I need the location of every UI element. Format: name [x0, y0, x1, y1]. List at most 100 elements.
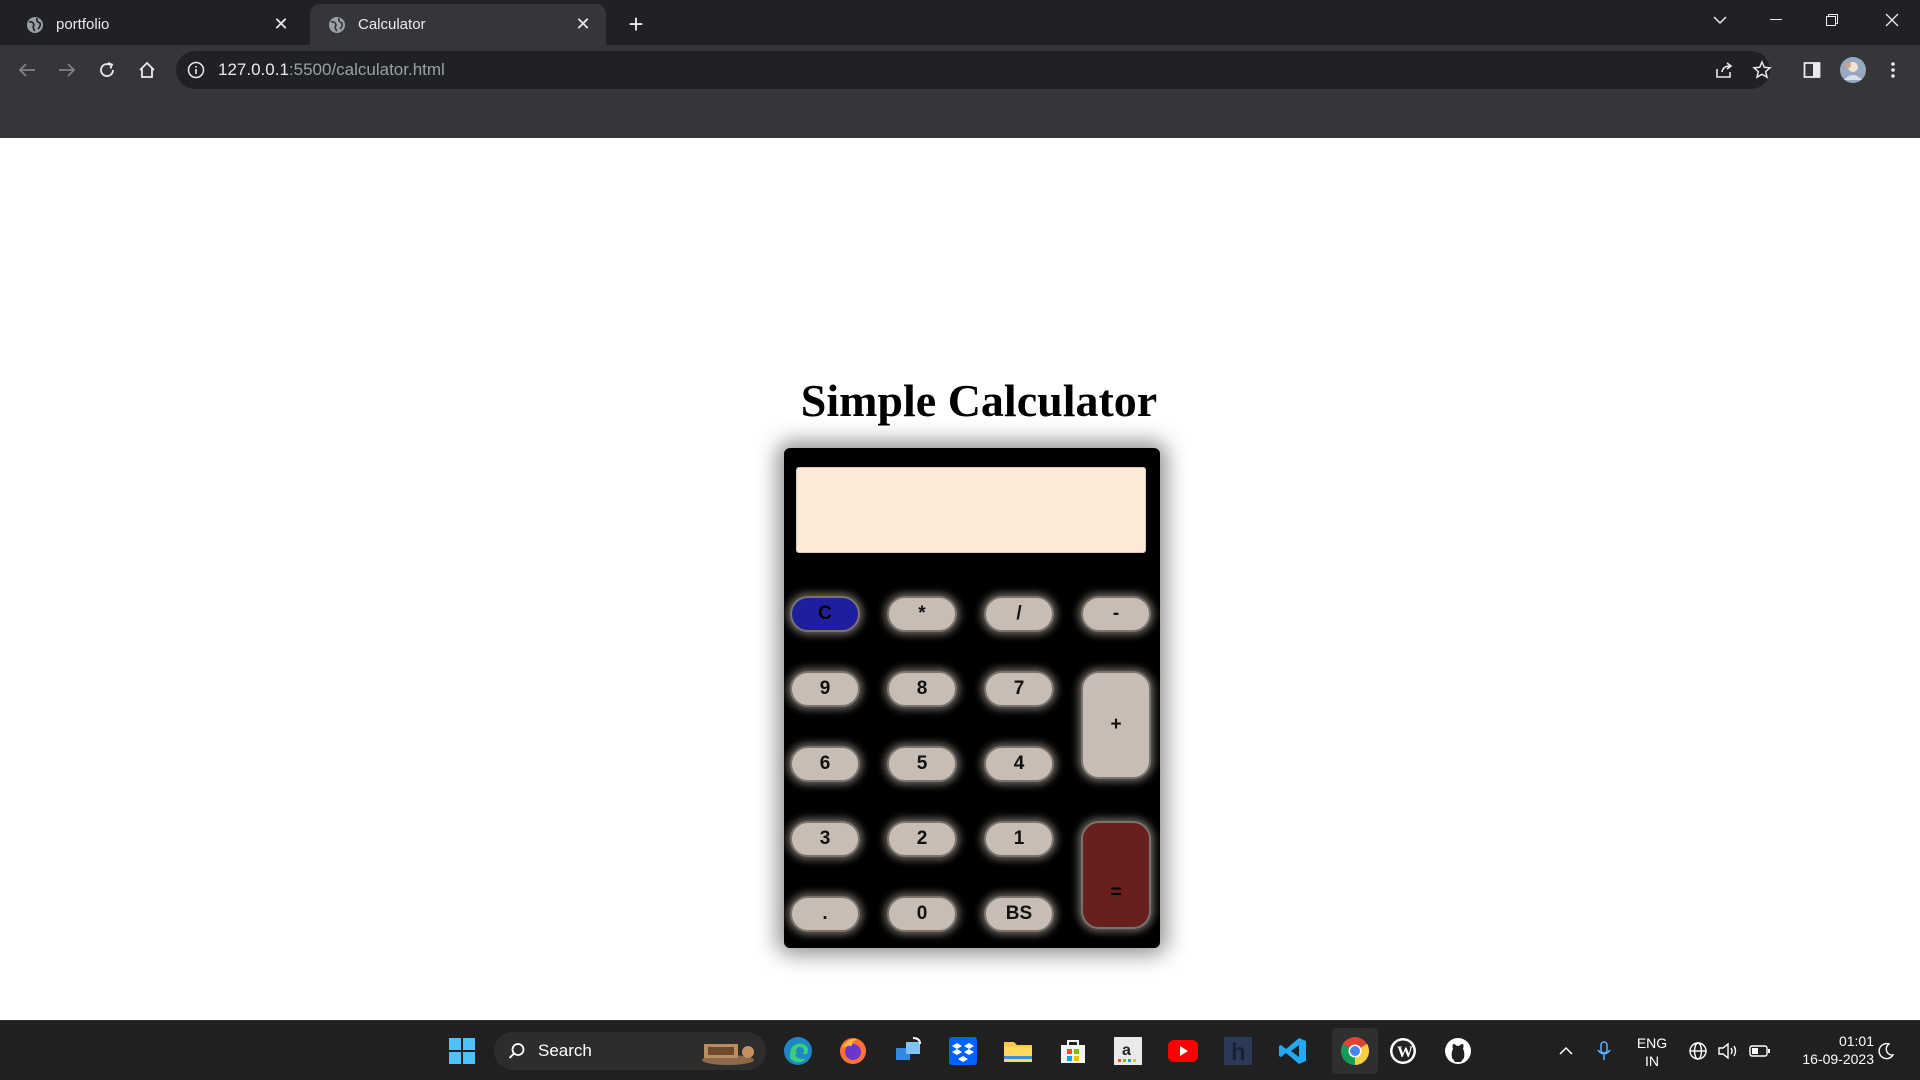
folder-icon — [1004, 1042, 1032, 1062]
network-button[interactable] — [1686, 1035, 1710, 1067]
chrome-app[interactable] — [1332, 1028, 1378, 1074]
home-button[interactable] — [130, 53, 164, 87]
divide-button[interactable]: / — [984, 596, 1054, 632]
search-icon — [508, 1043, 525, 1059]
chrome-icon — [1341, 1037, 1369, 1065]
youtube-app[interactable] — [1167, 1035, 1199, 1067]
wordpress-icon: W — [1390, 1038, 1416, 1064]
page-title: Simple Calculator — [800, 375, 1158, 426]
tab-portfolio[interactable]: portfolio ✕ — [8, 4, 304, 45]
reload-button[interactable] — [90, 53, 124, 87]
svg-text:a: a — [1122, 1042, 1131, 1059]
calculator-display[interactable] — [796, 467, 1146, 553]
share-button[interactable] — [1712, 58, 1736, 82]
tab-strip: portfolio ✕ Calculator ✕ + — [0, 0, 1920, 45]
vscode-icon — [1279, 1038, 1306, 1064]
battery-icon — [1749, 1045, 1770, 1057]
side-panel-button[interactable] — [1795, 53, 1829, 87]
microphone-button[interactable] — [1592, 1035, 1616, 1067]
close-window-button[interactable] — [1864, 0, 1920, 40]
start-button[interactable] — [446, 1035, 478, 1067]
equals-button[interactable]: = — [1081, 821, 1151, 929]
address-bar[interactable]: 127.0.0.1:5500/calculator.html — [176, 51, 1772, 89]
search-highlight-icon — [702, 1044, 754, 1065]
search-label: Search — [538, 1041, 592, 1060]
info-icon[interactable] — [186, 60, 206, 80]
digit-8-button[interactable]: 8 — [887, 671, 957, 707]
digit-1-button[interactable]: 1 — [984, 821, 1054, 857]
forward-button[interactable] — [50, 53, 84, 87]
bookmark-bar — [0, 95, 1920, 138]
youtube-icon — [1168, 1040, 1198, 1062]
close-tab-icon[interactable]: ✕ — [570, 12, 596, 38]
h-app-icon: h — [1224, 1037, 1252, 1066]
github-icon — [1445, 1038, 1471, 1064]
menu-button[interactable] — [1876, 53, 1910, 87]
back-button[interactable] — [10, 53, 44, 87]
digit-6-button[interactable]: 6 — [790, 746, 860, 782]
svg-text:h: h — [1231, 1039, 1246, 1066]
vscode-app[interactable] — [1277, 1035, 1309, 1067]
amazon-icon: a — [1114, 1037, 1142, 1065]
github-app[interactable] — [1442, 1035, 1474, 1067]
clock[interactable]: 01:01 16-09-2023 — [1784, 1032, 1874, 1068]
globe-icon — [329, 16, 345, 33]
h-app[interactable]: h — [1222, 1035, 1254, 1067]
store-app[interactable] — [1057, 1035, 1089, 1067]
digit-7-button[interactable]: 7 — [984, 671, 1054, 707]
globe-icon — [27, 16, 43, 33]
digit-4-button[interactable]: 4 — [984, 746, 1054, 782]
language-indicator[interactable]: ENG IN — [1630, 1034, 1674, 1070]
multiply-button[interactable]: * — [887, 596, 957, 632]
url-host: 127.0.0.1 — [218, 60, 289, 79]
star-icon — [1752, 60, 1772, 79]
digit-5-button[interactable]: 5 — [887, 746, 957, 782]
windows-icon — [449, 1038, 475, 1064]
more-vertical-icon — [1891, 62, 1895, 78]
remote-app[interactable] — [892, 1035, 924, 1067]
profile-button[interactable] — [1836, 53, 1870, 87]
tab-calculator[interactable]: Calculator ✕ — [310, 4, 606, 45]
restore-icon — [1826, 14, 1838, 26]
avatar — [1840, 57, 1866, 83]
clear-button[interactable]: C — [790, 596, 860, 632]
volume-button[interactable] — [1716, 1035, 1740, 1067]
taskbar-search[interactable]: Search — [494, 1032, 766, 1070]
minimize-button[interactable] — [1748, 0, 1804, 40]
amazon-app[interactable]: a — [1112, 1035, 1144, 1067]
arrow-right-icon — [59, 63, 76, 77]
reload-icon — [100, 62, 114, 77]
moon-icon — [1878, 1042, 1895, 1060]
dropbox-app[interactable] — [947, 1035, 979, 1067]
wordpress-app[interactable]: W — [1387, 1035, 1419, 1067]
side-panel-icon — [1803, 62, 1821, 78]
new-tab-button[interactable]: + — [622, 9, 650, 39]
dropbox-icon — [949, 1037, 977, 1065]
plus-button[interactable]: + — [1081, 671, 1151, 779]
minus-button[interactable]: - — [1081, 596, 1151, 632]
digit-2-button[interactable]: 2 — [887, 821, 957, 857]
chevron-up-icon — [1559, 1046, 1573, 1055]
clock-date: 16-09-2023 — [1802, 1051, 1874, 1067]
digit-3-button[interactable]: 3 — [790, 821, 860, 857]
browser-toolbar: 127.0.0.1:5500/calculator.html — [0, 45, 1920, 95]
battery-button[interactable] — [1748, 1035, 1772, 1067]
tab-search-button[interactable] — [1692, 0, 1748, 40]
decimal-button[interactable]: . — [790, 896, 860, 932]
taskbar: Search a h W ENG IN 01:01 16-09-2023 — [0, 1020, 1920, 1080]
home-icon — [139, 61, 155, 78]
digit-9-button[interactable]: 9 — [790, 671, 860, 707]
bookmark-button[interactable] — [1750, 58, 1774, 82]
close-tab-icon[interactable]: ✕ — [268, 12, 294, 38]
notifications-button[interactable] — [1874, 1035, 1898, 1067]
restore-button[interactable] — [1804, 0, 1860, 40]
show-hidden-icons-button[interactable] — [1554, 1035, 1578, 1067]
firefox-app[interactable] — [837, 1035, 869, 1067]
digit-0-button[interactable]: 0 — [887, 896, 957, 932]
edge-app[interactable] — [782, 1035, 814, 1067]
chevron-down-icon — [1713, 16, 1727, 25]
firefox-icon — [840, 1038, 866, 1064]
backspace-button[interactable]: BS — [984, 896, 1054, 932]
file-explorer-app[interactable] — [1002, 1035, 1034, 1067]
share-icon — [1716, 62, 1733, 78]
